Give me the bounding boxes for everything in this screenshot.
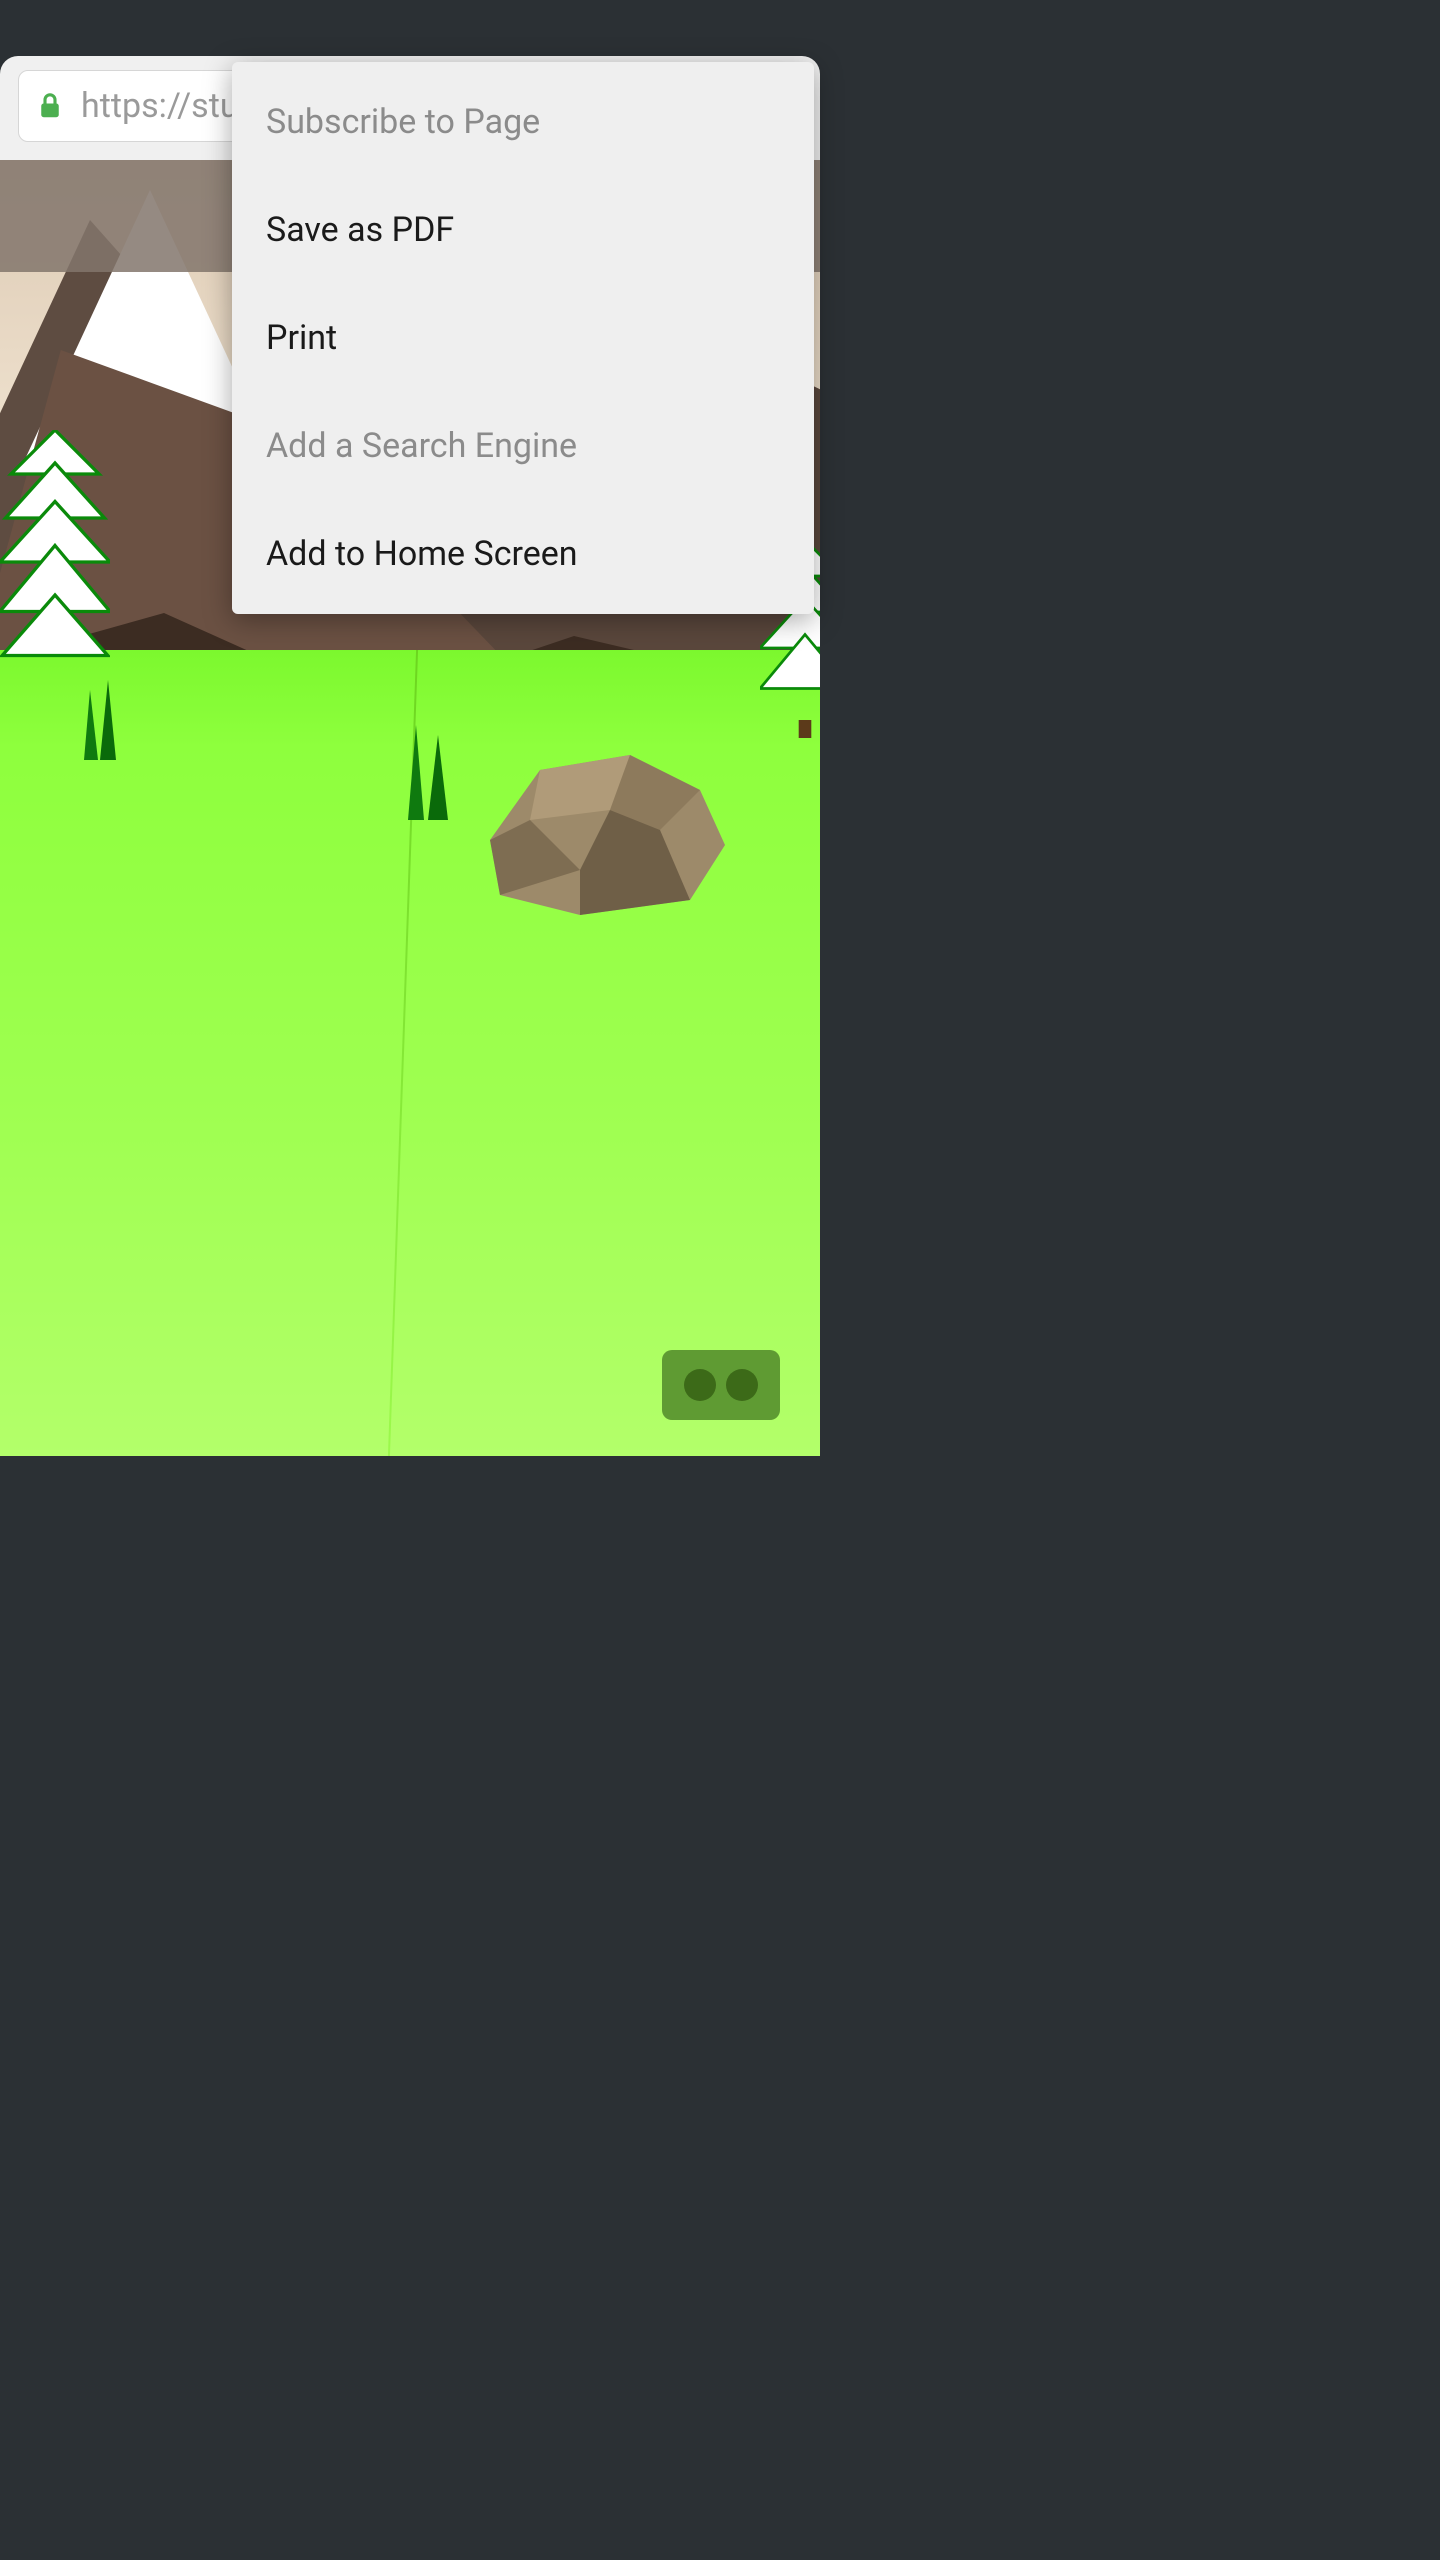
menu-item-subscribe: Subscribe to Page <box>232 68 814 176</box>
shrub-center <box>390 720 460 820</box>
rock <box>460 750 730 920</box>
page-actions-menu: Subscribe to Page Save as PDF Print Add … <box>232 62 814 614</box>
url-text: https://stuf <box>81 86 250 126</box>
vr-lens-left-icon <box>684 1369 716 1401</box>
menu-item-add-search-engine: Add a Search Engine <box>232 392 814 500</box>
menu-item-label: Subscribe to Page <box>266 102 540 142</box>
menu-item-label: Add a Search Engine <box>266 426 577 466</box>
lock-icon <box>33 89 67 123</box>
menu-item-label: Save as PDF <box>266 210 454 250</box>
tree-left <box>0 430 110 672</box>
menu-item-save-pdf[interactable]: Save as PDF <box>232 176 814 284</box>
menu-item-print[interactable]: Print <box>232 284 814 392</box>
vr-mode-button[interactable] <box>662 1350 780 1420</box>
vr-lens-right-icon <box>726 1369 758 1401</box>
status-bar <box>0 0 820 56</box>
menu-item-label: Print <box>266 318 337 358</box>
menu-item-label: Add to Home Screen <box>266 534 578 574</box>
shrub-left <box>70 680 130 760</box>
menu-item-add-home-screen[interactable]: Add to Home Screen <box>232 500 814 608</box>
